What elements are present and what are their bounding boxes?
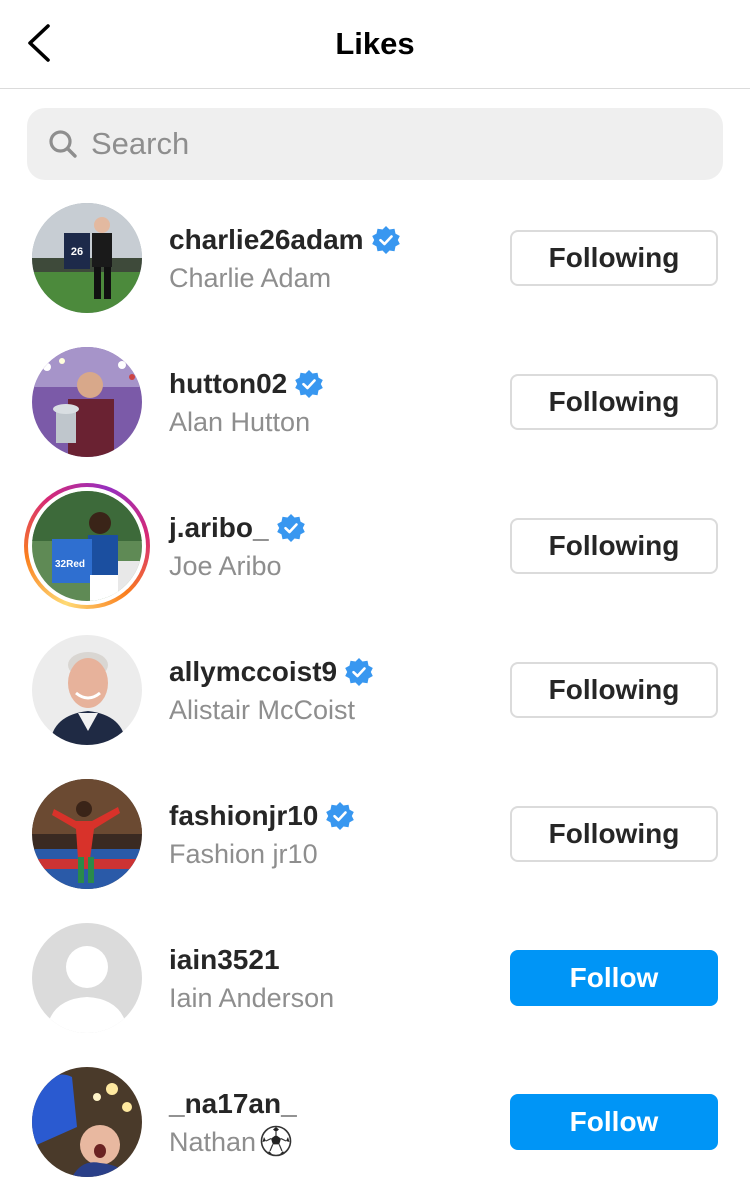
svg-text:32Red: 32Red — [55, 559, 85, 570]
default-avatar-icon — [32, 923, 142, 1033]
top-bar: Likes — [0, 0, 750, 89]
username[interactable]: j.aribo_ — [169, 510, 269, 546]
avatar[interactable]: 26 — [32, 203, 142, 313]
following-button[interactable]: Following — [510, 374, 718, 430]
full-name: Alistair McCoist — [169, 695, 356, 725]
search-bar[interactable] — [27, 108, 723, 180]
avatar[interactable] — [32, 923, 142, 1033]
page-title: Likes — [335, 26, 415, 61]
full-name: Iain Anderson — [169, 983, 335, 1013]
verified-badge-icon — [294, 369, 324, 399]
avatar[interactable] — [32, 779, 142, 889]
search-icon — [47, 128, 79, 160]
list-item[interactable]: 32Red j.aribo_ Joe Aribo Following — [0, 474, 750, 618]
verified-badge-icon — [371, 225, 401, 255]
full-name: Joe Aribo — [169, 551, 282, 581]
avatar[interactable] — [32, 347, 142, 457]
list-item[interactable]: hutton02 Alan Hutton Following — [0, 330, 750, 474]
following-button[interactable]: Following — [510, 806, 718, 862]
list-item[interactable]: allymccoist9 Alistair McCoist Following — [0, 618, 750, 762]
following-button[interactable]: Following — [510, 662, 718, 718]
avatar[interactable] — [32, 635, 142, 745]
follow-button[interactable]: Follow — [510, 950, 718, 1006]
following-button[interactable]: Following — [510, 518, 718, 574]
verified-badge-icon — [276, 513, 306, 543]
search-input[interactable] — [91, 118, 691, 170]
full-name: Alan Hutton — [169, 407, 311, 437]
username[interactable]: iain3521 — [169, 942, 280, 978]
full-name: Nathan — [169, 1124, 499, 1160]
full-name: Fashion jr10 — [169, 839, 318, 869]
username[interactable]: hutton02 — [169, 366, 287, 402]
username[interactable]: charlie26adam — [169, 222, 364, 258]
soccer-ball-icon — [260, 1125, 292, 1157]
follow-button[interactable]: Follow — [510, 1094, 718, 1150]
list-item[interactable]: fashionjr10 Fashion jr10 Following — [0, 762, 750, 906]
verified-badge-icon — [325, 801, 355, 831]
following-button[interactable]: Following — [510, 230, 718, 286]
svg-text:26: 26 — [71, 246, 83, 258]
username[interactable]: allymccoist9 — [169, 654, 337, 690]
avatar[interactable] — [32, 1067, 142, 1177]
list-item[interactable]: _na17an_ Nathan Follow — [0, 1050, 750, 1177]
username[interactable]: _na17an_ — [169, 1086, 297, 1122]
verified-badge-icon — [344, 657, 374, 687]
avatar[interactable]: 32Red — [32, 491, 142, 601]
list-item[interactable]: iain3521 Iain Anderson Follow — [0, 906, 750, 1050]
list-item[interactable]: 26 charlie26adam Charlie Adam Following — [0, 186, 750, 330]
full-name: Charlie Adam — [169, 263, 332, 293]
username[interactable]: fashionjr10 — [169, 798, 318, 834]
likes-list: 26 charlie26adam Charlie Adam Following — [0, 186, 750, 1177]
